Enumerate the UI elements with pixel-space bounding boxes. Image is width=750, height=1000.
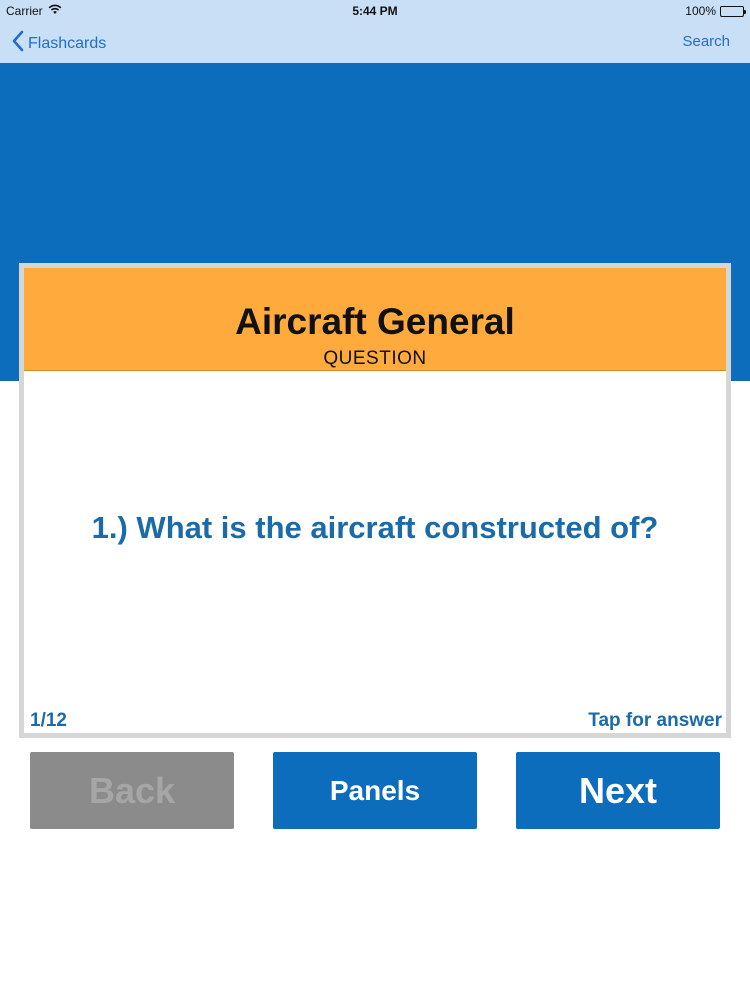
card-counter: 1/12: [30, 710, 67, 731]
back-button-label: Flashcards: [28, 34, 107, 52]
status-bar: Carrier 5:44 PM 100%: [0, 0, 750, 22]
flashcard-header: Aircraft General QUESTION: [24, 268, 726, 371]
flashcard-side-label: QUESTION: [323, 348, 427, 369]
panels-button[interactable]: Panels: [273, 752, 477, 829]
search-button[interactable]: Search: [682, 33, 730, 50]
tap-for-answer-hint[interactable]: Tap for answer: [588, 710, 722, 732]
flashcard-title: Aircraft General: [235, 301, 515, 342]
battery-percent: 100%: [685, 4, 716, 18]
chevron-left-icon: [12, 30, 24, 57]
navigation-bar: Flashcards Search: [0, 22, 750, 63]
flashcard[interactable]: Aircraft General QUESTION 1.) What is th…: [19, 263, 731, 738]
status-time: 5:44 PM: [352, 4, 398, 18]
back-to-flashcards-button[interactable]: Flashcards: [12, 30, 106, 57]
flashcard-question: 1.) What is the aircraft constructed of?: [91, 510, 659, 545]
back-button[interactable]: Back: [30, 752, 234, 829]
battery-indicator: 100%: [685, 4, 746, 18]
next-button[interactable]: Next: [516, 752, 720, 829]
battery-icon: [720, 5, 746, 17]
